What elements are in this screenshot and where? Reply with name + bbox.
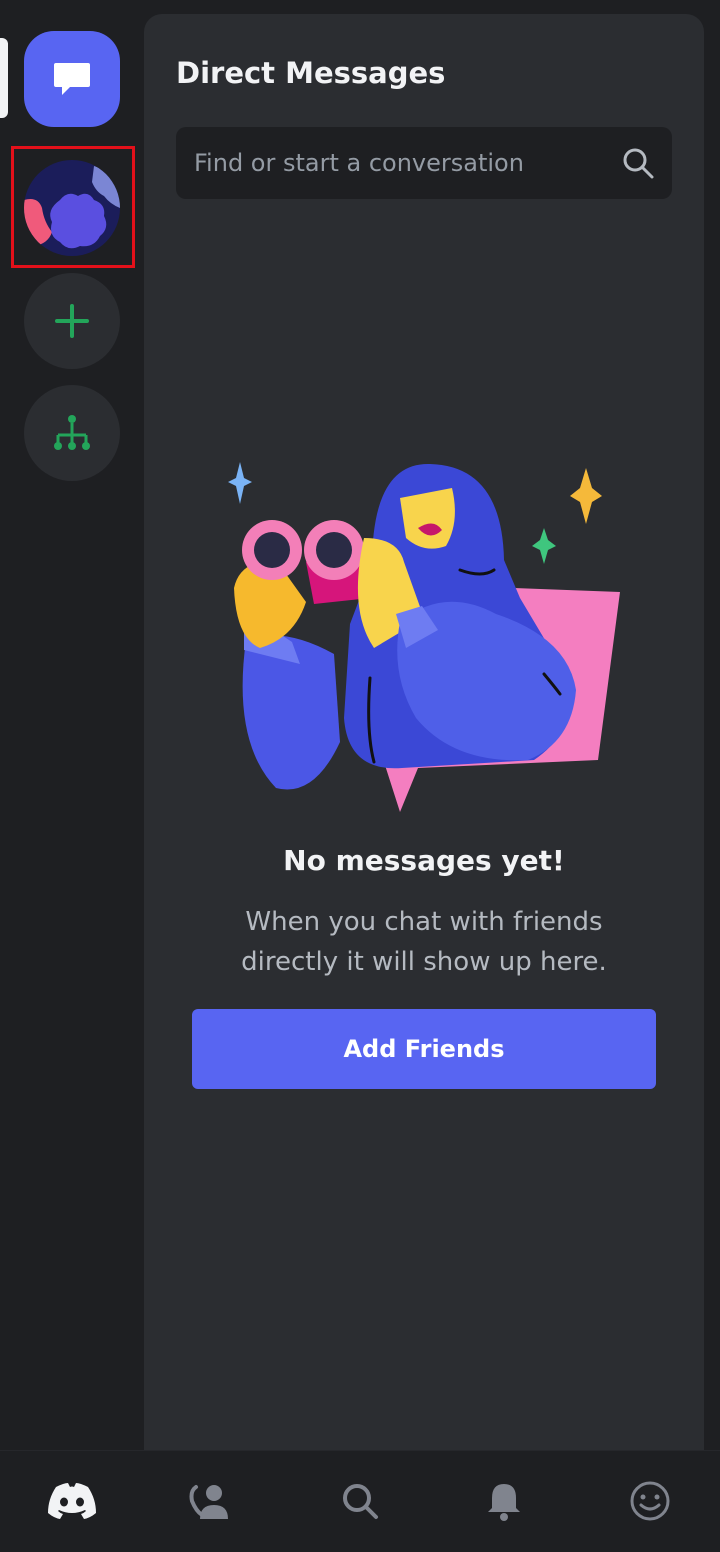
server-avatar-image xyxy=(24,160,120,256)
empty-state-title: No messages yet! xyxy=(283,844,565,877)
tab-search[interactable] xyxy=(330,1473,390,1529)
search-icon xyxy=(343,1484,378,1519)
plus-icon xyxy=(55,304,89,338)
search-icon xyxy=(623,148,654,179)
chat-bubble-icon xyxy=(54,63,90,95)
add-friends-button[interactable]: Add Friends xyxy=(192,1009,656,1089)
bottom-tab-bar xyxy=(0,1450,720,1552)
empty-state-subtitle: When you chat with friends directly it w… xyxy=(241,907,607,977)
add-server-button[interactable] xyxy=(24,273,120,369)
server-rail xyxy=(0,0,144,1450)
search-bar[interactable] xyxy=(176,127,672,199)
server-icon[interactable] xyxy=(24,160,120,256)
friends-icon xyxy=(189,1485,228,1519)
discord-logo-icon xyxy=(48,1483,96,1519)
page-title: Direct Messages xyxy=(176,56,446,90)
tab-notifications[interactable] xyxy=(474,1473,534,1529)
direct-messages-button[interactable] xyxy=(24,31,120,127)
selected-indicator xyxy=(0,38,8,118)
tab-friends[interactable] xyxy=(182,1473,242,1529)
hierarchy-icon xyxy=(54,415,90,450)
direct-messages-panel: Direct Messages Find or start a conversa… xyxy=(144,14,704,1450)
smiley-icon xyxy=(630,1481,670,1521)
bell-icon xyxy=(488,1484,520,1521)
discover-servers-button[interactable] xyxy=(24,385,120,481)
tab-home[interactable] xyxy=(42,1473,102,1529)
tab-profile[interactable] xyxy=(620,1473,680,1529)
empty-state-illustration xyxy=(228,462,620,812)
search-input[interactable] xyxy=(192,148,620,178)
